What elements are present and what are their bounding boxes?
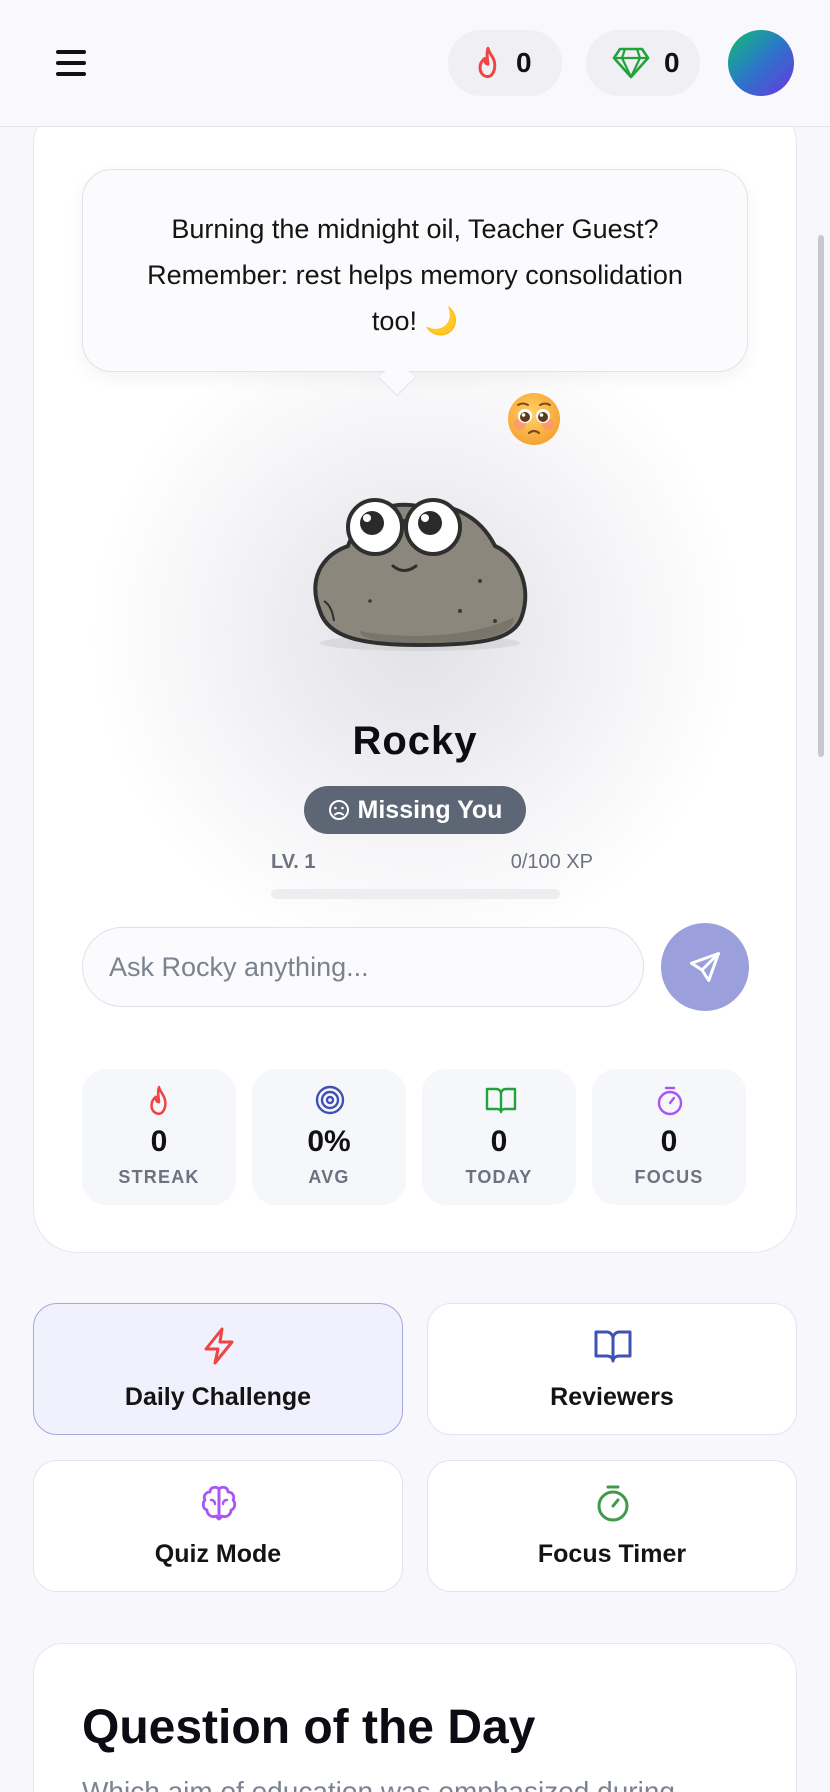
hamburger-menu-icon[interactable]	[52, 44, 94, 84]
mood-badge: Missing You	[304, 786, 526, 834]
stopwatch-icon	[657, 1086, 683, 1116]
streak-counter[interactable]: 0	[448, 30, 562, 96]
focus-timer-button[interactable]: Focus Timer	[427, 1460, 797, 1592]
lightning-icon	[204, 1327, 234, 1365]
book-open-icon	[594, 1330, 632, 1363]
qotd-question: Which aim of education was emphasized du…	[82, 1776, 675, 1792]
stat-focus: 0 FOCUS	[592, 1069, 746, 1205]
streak-count: 0	[516, 47, 532, 78]
stat-label: TODAY	[465, 1167, 533, 1187]
target-icon	[315, 1085, 345, 1115]
gem-icon	[612, 47, 650, 79]
stat-label: FOCUS	[634, 1167, 704, 1187]
stat-value: 0	[490, 1125, 508, 1158]
stat-label: AVG	[308, 1167, 350, 1187]
user-avatar[interactable]	[728, 30, 794, 96]
mood-label: Missing You	[357, 795, 503, 824]
action-label: Daily Challenge	[124, 1383, 312, 1411]
flame-icon	[478, 46, 497, 79]
brain-icon	[201, 1485, 237, 1521]
rocky-pet-character[interactable]	[300, 461, 538, 657]
pet-card: Burning the midnight oil, Teacher Guest?…	[33, 100, 797, 1253]
stat-value: 0	[150, 1125, 168, 1158]
stat-avg: 0% AVG	[252, 1069, 406, 1205]
xp-progress-bar	[271, 889, 560, 899]
quiz-mode-button[interactable]: Quiz Mode	[33, 1460, 403, 1592]
stat-label: STREAK	[118, 1167, 200, 1187]
speech-bubble: Burning the midnight oil, Teacher Guest?…	[82, 169, 748, 372]
qotd-title: Question of the Day	[82, 1701, 536, 1754]
action-label: Reviewers	[550, 1383, 674, 1411]
gem-count: 0	[664, 47, 680, 78]
speech-text: Burning the midnight oil, Teacher Guest?…	[147, 214, 683, 336]
flame-icon	[150, 1085, 167, 1116]
stat-value: 0	[660, 1125, 678, 1158]
stat-value: 0%	[307, 1125, 351, 1158]
action-label: Focus Timer	[537, 1540, 687, 1568]
book-icon	[485, 1087, 517, 1114]
xp-label: 0/100 XP	[510, 851, 593, 873]
stat-streak: 0 STREAK	[82, 1069, 236, 1205]
send-button[interactable]	[661, 923, 749, 1011]
gem-counter[interactable]: 0	[586, 30, 700, 96]
level-label: LV. 1	[271, 851, 316, 873]
daily-challenge-button[interactable]: Daily Challenge	[33, 1303, 403, 1435]
scrollbar[interactable]	[818, 235, 824, 757]
sad-face-icon	[328, 800, 349, 820]
action-label: Quiz Mode	[154, 1540, 282, 1568]
top-header: 0 0	[0, 0, 830, 127]
pleading-face-icon	[508, 393, 560, 445]
send-icon	[690, 952, 720, 982]
stat-today: 0 TODAY	[422, 1069, 576, 1205]
question-of-the-day-card: Question of the Day Which aim of educati…	[33, 1643, 797, 1792]
ask-pet-input[interactable]	[82, 927, 644, 1007]
timer-icon	[597, 1485, 629, 1522]
reviewers-button[interactable]: Reviewers	[427, 1303, 797, 1435]
pet-name: Rocky	[352, 719, 478, 763]
